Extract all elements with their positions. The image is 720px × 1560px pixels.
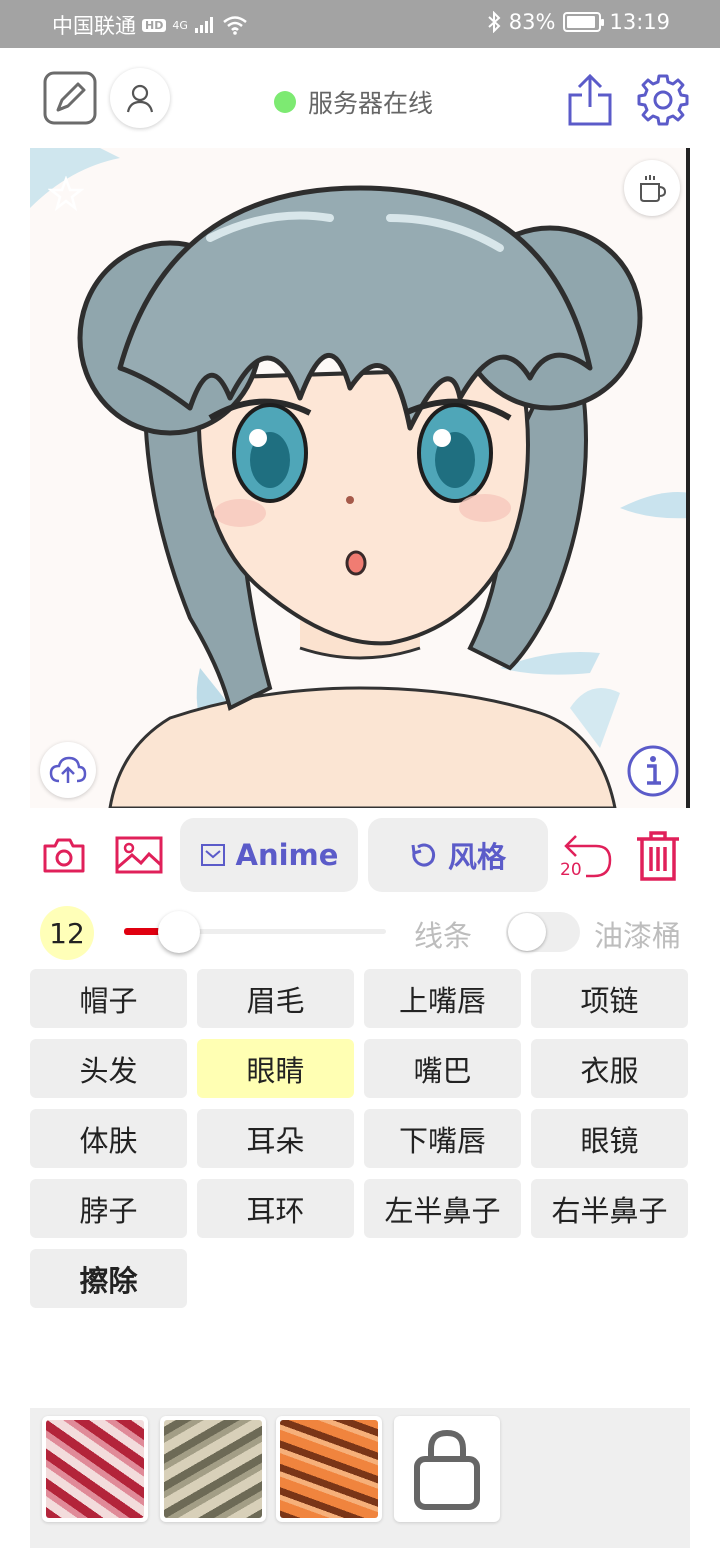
hd-badge: HD xyxy=(142,18,167,32)
camera-icon xyxy=(43,838,85,873)
part-chip[interactable]: 擦除 xyxy=(30,1249,187,1308)
info-button[interactable] xyxy=(626,744,680,798)
bucket-toggle[interactable] xyxy=(506,912,580,952)
user-button[interactable] xyxy=(110,68,170,128)
wifi-icon xyxy=(223,16,247,35)
part-chip[interactable]: 耳环 xyxy=(197,1179,354,1238)
signal-icon xyxy=(194,17,213,33)
texture-swatch-3[interactable] xyxy=(276,1416,382,1522)
status-bar: 中国联通 HD 4G 83% 13:19 xyxy=(0,0,720,48)
sketch-button[interactable] xyxy=(42,70,98,126)
part-chip[interactable]: 眼镜 xyxy=(531,1109,688,1168)
settings-button[interactable] xyxy=(634,72,692,128)
part-chip[interactable]: 上嘴唇 xyxy=(364,969,521,1028)
part-selector-grid: 帽子 眉毛 上嘴唇 项链头发 眼睛 嘴巴 衣服体肤 耳朵 下嘴唇 眼镜脖子 耳环 左半鼻子 右半鼻子擦除 xyxy=(30,969,690,1308)
delete-button[interactable] xyxy=(632,828,684,884)
anime-portrait xyxy=(30,148,690,808)
brush-size-value: 12 xyxy=(49,916,85,950)
gear-icon xyxy=(637,74,689,126)
part-chip[interactable]: 下嘴唇 xyxy=(364,1109,521,1168)
bucket-mode-label: 油漆桶 xyxy=(594,919,682,953)
cloud-upload-icon xyxy=(49,756,87,783)
shop-button[interactable] xyxy=(394,1416,500,1522)
part-chip[interactable]: 右半鼻子 xyxy=(531,1179,688,1238)
camera-button[interactable] xyxy=(40,834,88,876)
server-status: 服务器在线 xyxy=(274,84,433,120)
share-button[interactable] xyxy=(564,72,616,128)
texture-red xyxy=(46,1420,144,1518)
gallery-button[interactable] xyxy=(112,834,166,876)
texture-swatch-1[interactable] xyxy=(42,1416,148,1522)
network-label: 4G xyxy=(172,18,188,32)
model-label: Anime xyxy=(235,838,339,872)
status-dot xyxy=(274,91,296,113)
refresh-icon xyxy=(411,843,436,867)
carrier-label: 中国联通 xyxy=(52,14,136,38)
bluetooth-icon xyxy=(488,11,501,33)
brush-size-slider-thumb[interactable] xyxy=(158,911,200,953)
part-chip[interactable]: 耳朵 xyxy=(197,1109,354,1168)
style-button[interactable]: 风格 xyxy=(368,818,548,892)
mail-icon xyxy=(200,844,225,866)
share-icon xyxy=(568,73,612,126)
part-chip[interactable]: 嘴巴 xyxy=(364,1039,521,1098)
texture-swatch-2[interactable] xyxy=(160,1416,266,1522)
part-chip[interactable]: 体肤 xyxy=(30,1109,187,1168)
battery-icon xyxy=(563,12,605,32)
clock: 13:19 xyxy=(609,10,670,34)
part-chip[interactable]: 眉毛 xyxy=(197,969,354,1028)
server-status-label: 服务器在线 xyxy=(308,89,434,118)
coffee-icon xyxy=(640,175,667,202)
undo-count: 20 xyxy=(560,860,582,880)
part-chip[interactable]: 头发 xyxy=(30,1039,187,1098)
image-icon xyxy=(115,836,163,874)
battery-percent: 83% xyxy=(508,10,556,34)
part-chip[interactable]: 眼睛 xyxy=(197,1039,354,1098)
brush-size-badge: 12 xyxy=(40,906,94,960)
texture-orange xyxy=(280,1420,378,1518)
part-chip[interactable]: 脖子 xyxy=(30,1179,187,1238)
bucket-toggle-knob xyxy=(508,913,546,951)
part-chip[interactable]: 左半鼻子 xyxy=(364,1179,521,1238)
shopping-bag-icon xyxy=(414,1429,480,1510)
part-chip[interactable]: 帽子 xyxy=(30,969,187,1028)
drawing-canvas[interactable] xyxy=(30,148,690,808)
part-chip[interactable]: 项链 xyxy=(531,969,688,1028)
part-chip[interactable]: 衣服 xyxy=(531,1039,688,1098)
trash-icon xyxy=(637,831,679,881)
sketch-icon xyxy=(43,71,97,125)
coffee-button[interactable] xyxy=(624,160,680,216)
upload-button[interactable] xyxy=(40,742,96,798)
star-icon[interactable] xyxy=(48,176,84,212)
user-icon xyxy=(126,84,154,113)
style-label: 风格 xyxy=(447,840,506,874)
model-button[interactable]: Anime xyxy=(180,818,358,892)
undo-button[interactable]: 20 xyxy=(558,830,614,880)
info-icon xyxy=(627,745,679,797)
line-mode-label: 线条 xyxy=(414,919,473,953)
texture-stone xyxy=(164,1420,262,1518)
